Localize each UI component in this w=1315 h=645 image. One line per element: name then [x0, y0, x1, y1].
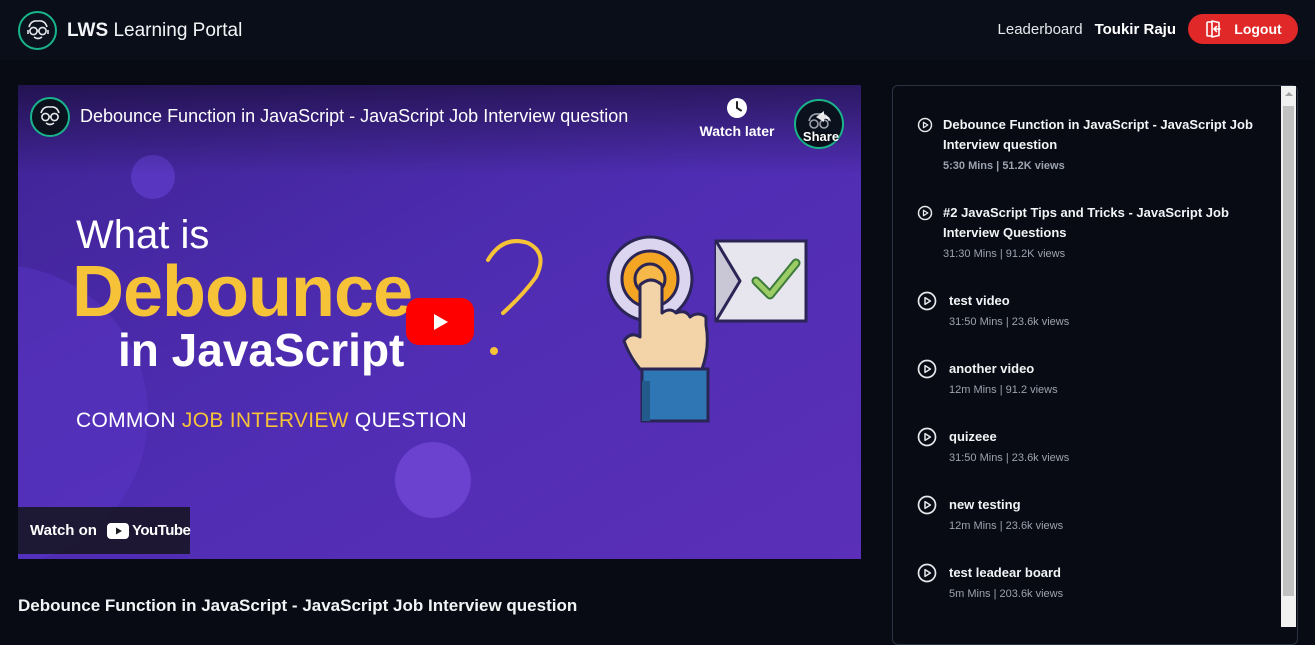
logout-button[interactable]: Logout — [1188, 14, 1298, 44]
playlist-item[interactable]: #2 JavaScript Tips and Tricks - JavaScri… — [917, 203, 1267, 262]
youtube-word: YouTube — [131, 522, 191, 539]
playlist-item-title: new testing — [949, 497, 1021, 512]
channel-avatar[interactable] — [30, 97, 70, 137]
playlist-item-title: #2 JavaScript Tips and Tricks - JavaScri… — [943, 205, 1229, 240]
leaderboard-link[interactable]: Leaderboard — [998, 21, 1083, 38]
playlist-item-meta: 5m Mins | 203.6k views — [949, 588, 1064, 600]
playlist-item-meta: 31:50 Mins | 23.6k views — [949, 452, 1070, 464]
play-circle-icon — [917, 117, 933, 133]
playlist-item-meta: 5:30 Mins | 51.2K views — [943, 160, 1065, 172]
video-player[interactable]: Debounce Function in JavaScript - JavaSc… — [18, 85, 861, 559]
thumbnail-text-line3: in JavaScript — [118, 324, 405, 376]
youtube-logo-icon: YouTube — [106, 522, 191, 539]
nerd-face-avatar-icon — [40, 106, 60, 126]
play-button[interactable] — [406, 298, 474, 345]
user-name: Toukir Raju — [1094, 20, 1176, 38]
watch-later-button[interactable]: Watch later — [694, 97, 780, 139]
watch-on-label: Watch on — [30, 522, 97, 539]
playlist-item[interactable]: test video 31:50 Mins | 23.6k views — [917, 291, 1267, 330]
play-circle-icon — [917, 563, 937, 583]
playlist-item-meta: 12m Mins | 91.2 views — [949, 384, 1058, 396]
nav-right: Leaderboard Toukir Raju Logout — [998, 14, 1298, 44]
playlist-item-meta: 31:30 Mins | 91.2K views — [943, 248, 1066, 260]
thumbnail-text-line4-a: COMMON — [76, 409, 182, 432]
playlist-item-title: test video — [949, 293, 1010, 308]
logout-icon — [1206, 20, 1222, 38]
playlist-item[interactable]: test leadear board 5m Mins | 203.6k view… — [917, 563, 1267, 602]
playlist-item-title: quizeee — [949, 429, 997, 444]
top-navbar: LWS Learning Portal Leaderboard Toukir R… — [0, 0, 1315, 60]
playlist-item[interactable]: quizeee 31:50 Mins | 23.6k views — [917, 427, 1267, 466]
thumbnail-text-line4-c: QUESTION — [348, 409, 468, 432]
watch-on-youtube-button[interactable]: Watch on YouTube — [18, 507, 191, 554]
play-circle-icon — [917, 359, 937, 379]
scrollbar-thumb[interactable] — [1283, 106, 1294, 596]
playlist-item-meta: 12m Mins | 23.6k views — [949, 520, 1064, 532]
clock-icon — [727, 98, 747, 118]
play-circle-icon — [917, 495, 937, 515]
brand-title: LWS Learning Portal — [67, 20, 242, 42]
logout-label: Logout — [1234, 21, 1282, 37]
brand[interactable]: LWS Learning Portal — [18, 11, 242, 50]
play-icon — [434, 313, 448, 330]
scroll-up-arrow-icon[interactable] — [1281, 86, 1296, 102]
play-circle-icon — [917, 291, 937, 311]
watch-later-label: Watch later — [699, 123, 775, 139]
player-video-title[interactable]: Debounce Function in JavaScript - JavaSc… — [80, 106, 628, 127]
playlist-scrollbar[interactable] — [1281, 86, 1296, 627]
nerd-face-logo-icon — [18, 11, 57, 50]
playlist-item[interactable]: another video 12m Mins | 91.2 views — [917, 359, 1267, 398]
brand-title-bold: LWS — [67, 19, 109, 41]
playlist-item-title: another video — [949, 361, 1035, 376]
share-label: Share — [802, 129, 840, 144]
playlist-panel: Debounce Function in JavaScript - JavaSc… — [892, 85, 1298, 645]
share-button[interactable]: Share — [794, 99, 844, 149]
thumbnail-text-line4-highlight: JOB INTERVIEW — [181, 409, 349, 432]
thumbnail-text-line4: COMMON JOB INTERVIEW QUESTION — [76, 409, 467, 433]
thumbnail-text-line2: Debounce — [72, 252, 413, 332]
play-circle-icon — [917, 427, 937, 447]
playlist-item-meta: 31:50 Mins | 23.6k views — [949, 316, 1070, 328]
playlist-item[interactable]: new testing 12m Mins | 23.6k views — [917, 495, 1267, 534]
video-title: Debounce Function in JavaScript - JavaSc… — [18, 596, 578, 615]
play-circle-icon — [917, 205, 933, 221]
playlist-item-title: test leadear board — [949, 565, 1061, 580]
playlist-item-title: Debounce Function in JavaScript - JavaSc… — [943, 117, 1253, 152]
brand-title-rest: Learning Portal — [108, 19, 243, 41]
playlist-item[interactable]: Debounce Function in JavaScript - JavaSc… — [917, 115, 1267, 174]
